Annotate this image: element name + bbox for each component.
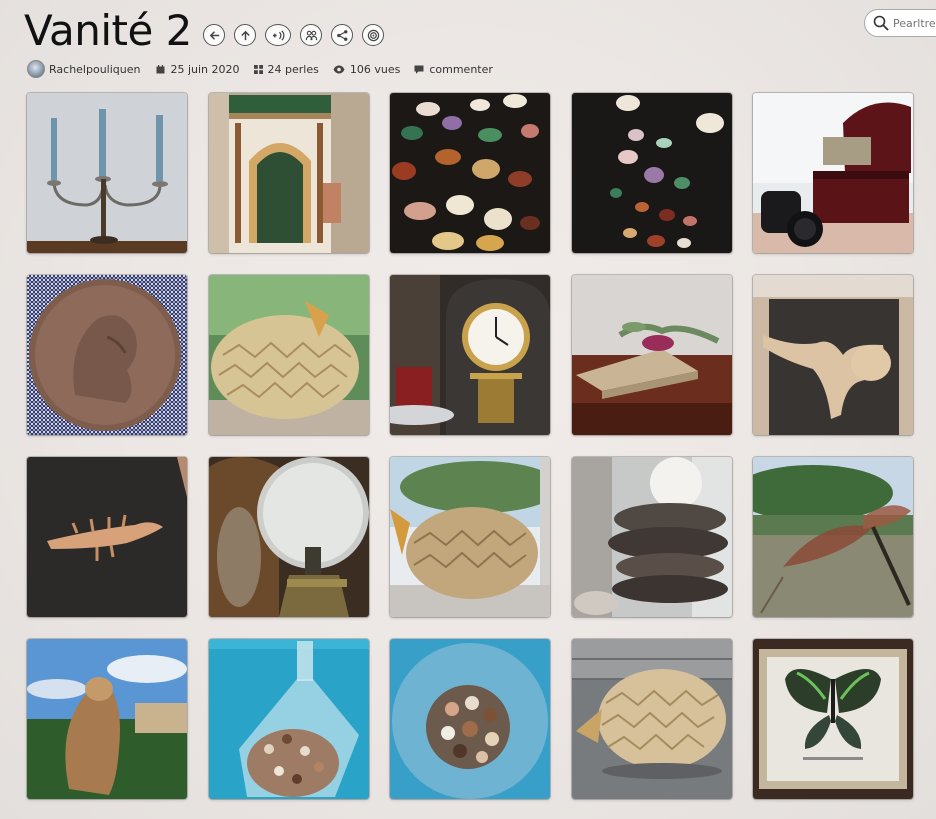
page: Vanité 2 Rachelpouliquen 25 j <box>0 0 936 819</box>
tile-book-flowers[interactable] <box>571 275 732 435</box>
author-name: Rachelpouliquen <box>49 62 141 76</box>
arrow-up-icon <box>240 30 250 40</box>
author-link[interactable]: Rachelpouliquen <box>27 60 140 78</box>
views-count: 106 vues <box>349 62 401 76</box>
tile-doorway-model[interactable] <box>208 93 369 253</box>
arrow-left-icon <box>209 30 219 40</box>
back-button[interactable] <box>203 24 225 46</box>
share-icon <box>336 29 347 41</box>
tile-pufferfish-wood[interactable] <box>208 275 369 435</box>
pearls-count: 24 perles <box>267 62 319 76</box>
tile-dragonfly[interactable] <box>753 457 913 617</box>
pearls-item: 24 perles <box>253 62 319 76</box>
tile-anniversary-clock[interactable] <box>390 275 550 435</box>
eye-icon <box>333 65 345 74</box>
tile-pufferfish-table[interactable] <box>571 639 732 799</box>
tile-bone-fragment[interactable] <box>27 457 187 617</box>
comment-text: commenter <box>429 62 493 76</box>
avatar <box>27 60 45 78</box>
date-text: 25 juin 2020 <box>170 62 240 76</box>
tile-shell-bottle[interactable] <box>208 639 369 799</box>
tile-pufferfish-window[interactable] <box>390 457 550 617</box>
tile-gemstones-dark[interactable] <box>571 93 732 253</box>
comment-icon <box>414 65 424 74</box>
group-icon <box>305 30 317 40</box>
tile-oil-lamp[interactable] <box>208 457 369 617</box>
tile-stuffed-owl[interactable] <box>27 639 187 799</box>
tile-framed-butterfly[interactable] <box>753 639 913 799</box>
add-plus-icon <box>272 29 284 41</box>
views-item: 106 vues <box>333 63 400 76</box>
date-item: 25 juin 2020 <box>156 62 240 76</box>
calendar-icon <box>156 64 165 74</box>
tile-vertebra[interactable] <box>753 275 913 435</box>
share-button[interactable] <box>331 24 353 46</box>
grid-icon <box>253 64 263 74</box>
search-icon <box>873 15 889 31</box>
target-button[interactable] <box>362 24 384 46</box>
tile-candelabra[interactable] <box>27 93 187 253</box>
tile-chest-binoculars[interactable] <box>753 93 913 253</box>
page-title: Vanité 2 <box>24 6 192 55</box>
meta-bar: Rachelpouliquen 25 juin 2020 24 perles 1… <box>27 60 507 78</box>
search-input[interactable] <box>893 16 936 30</box>
pearl-grid <box>27 93 913 799</box>
target-icon <box>367 29 379 41</box>
comment-link[interactable]: commenter <box>414 63 493 76</box>
tile-shell-jar[interactable] <box>390 639 550 799</box>
add-button[interactable] <box>265 24 291 46</box>
tile-gemstones[interactable] <box>390 93 550 253</box>
action-toolbar <box>203 24 384 46</box>
tile-stacked-stones[interactable] <box>571 457 732 617</box>
up-button[interactable] <box>234 24 256 46</box>
search-box[interactable] <box>864 9 936 37</box>
members-button[interactable] <box>300 24 322 46</box>
tile-old-coin[interactable] <box>27 275 187 435</box>
